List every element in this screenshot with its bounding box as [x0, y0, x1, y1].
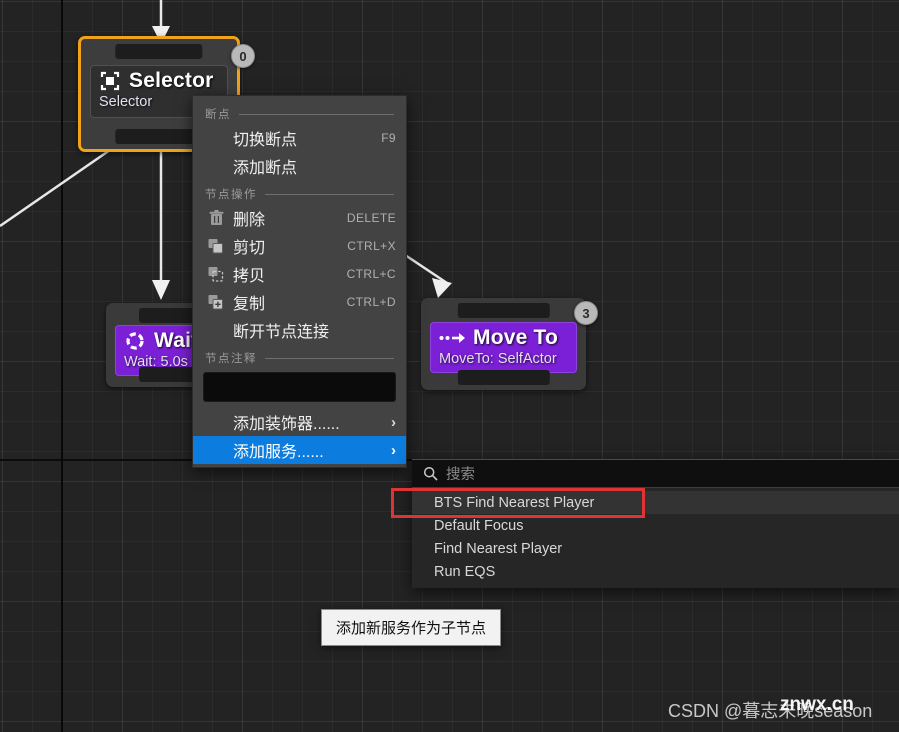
node-context-menu[interactable]: 断点 切换断点 F9 添加断点 节点操作 删除 DELETE 剪切 CTRL+X…	[192, 95, 407, 468]
menu-section-label: 节点注释	[205, 353, 257, 365]
node-output-pin[interactable]	[457, 370, 550, 385]
menu-item-label: 添加服务......	[233, 444, 324, 461]
menu-item-delete[interactable]: 删除 DELETE	[193, 204, 406, 232]
menu-item-cut[interactable]: 剪切 CTRL+X	[193, 232, 406, 260]
trash-icon	[205, 210, 227, 226]
cut-icon	[205, 238, 227, 254]
service-item-find-nearest-player[interactable]: Find Nearest Player	[412, 537, 899, 560]
node-comment-input[interactable]	[203, 372, 396, 402]
menu-section-label: 断点	[205, 109, 231, 121]
menu-item-shortcut: DELETE	[346, 211, 396, 225]
menu-item-add-decorator[interactable]: 添加装饰器...... ›	[193, 408, 406, 436]
wait-icon	[124, 330, 146, 352]
menu-section-rule	[239, 113, 394, 115]
menu-section-rule	[265, 357, 394, 359]
menu-item-label: 断开节点连接	[233, 324, 330, 341]
chevron-right-icon: ›	[391, 413, 396, 431]
menu-item-duplicate[interactable]: 复制 CTRL+D	[193, 288, 406, 316]
service-item-default-focus[interactable]: Default Focus	[412, 514, 899, 537]
service-search-row[interactable]: 搜索	[412, 460, 899, 488]
service-item-bts-find-nearest-player[interactable]: BTS Find Nearest Player	[412, 491, 899, 514]
graph-axis-vertical	[61, 0, 63, 732]
menu-item-label: 删除	[233, 212, 266, 229]
menu-section-label: 节点操作	[205, 189, 257, 201]
menu-item-shortcut: CTRL+C	[346, 267, 396, 281]
chevron-right-icon: ›	[391, 441, 396, 459]
node-body: Move To MoveTo: SelfActor	[430, 322, 577, 373]
menu-section-breakpoints: 断点	[193, 100, 406, 124]
copy-icon	[205, 266, 227, 282]
menu-section-node-operations: 节点操作	[193, 180, 406, 204]
menu-item-shortcut: CTRL+D	[346, 295, 396, 309]
node-input-pin[interactable]	[115, 44, 203, 59]
menu-item-add-breakpoint[interactable]: 添加断点	[193, 152, 406, 180]
menu-item-label: 拷贝	[233, 268, 266, 285]
menu-item-label: 切换断点	[233, 132, 298, 149]
menu-item-shortcut: F9	[381, 131, 396, 145]
search-icon	[420, 466, 440, 481]
service-item-run-eqs[interactable]: Run EQS	[412, 560, 899, 583]
menu-item-label: 添加装饰器......	[233, 416, 340, 433]
menu-item-label: 剪切	[233, 240, 266, 257]
service-search-input[interactable]: 搜索	[446, 463, 475, 484]
menu-section-node-comment: 节点注释	[193, 344, 406, 368]
service-item-label: BTS Find Nearest Player	[434, 494, 595, 511]
duplicate-icon	[205, 294, 227, 310]
behavior-tree-editor-canvas: 0 Selector Selector Wait Wait: 5.0s 3 Mo…	[0, 0, 899, 732]
menu-item-shortcut: CTRL+X	[347, 239, 396, 253]
menu-item-break-node-links[interactable]: 断开节点连接	[193, 316, 406, 344]
node-execution-index: 0	[231, 44, 255, 68]
service-item-label: Run EQS	[434, 563, 496, 580]
menu-item-label: 添加断点	[233, 160, 298, 177]
selector-icon	[99, 70, 121, 92]
node-output-pin[interactable]	[115, 129, 203, 144]
service-list: BTS Find Nearest Player Default Focus Fi…	[412, 488, 899, 588]
service-item-label: Default Focus	[434, 517, 524, 534]
node-input-pin[interactable]	[457, 303, 550, 318]
node-execution-index: 3	[574, 301, 598, 325]
tooltip-text: 添加新服务作为子节点	[336, 620, 487, 637]
menu-section-rule	[265, 193, 394, 195]
menu-item-toggle-breakpoint[interactable]: 切换断点 F9	[193, 124, 406, 152]
menu-item-add-service[interactable]: 添加服务...... ›	[193, 436, 406, 464]
node-subtitle: MoveTo: SelfActor	[439, 351, 557, 367]
add-service-submenu[interactable]: 搜索 BTS Find Nearest Player Default Focus…	[412, 459, 899, 588]
tooltip: 添加新服务作为子节点	[321, 609, 502, 646]
menu-item-copy[interactable]: 拷贝 CTRL+C	[193, 260, 406, 288]
service-item-label: Find Nearest Player	[434, 540, 563, 557]
node-title: Move To	[473, 326, 559, 349]
moveto-icon	[439, 329, 465, 347]
node-title: Selector	[129, 69, 214, 92]
menu-item-label: 复制	[233, 296, 266, 313]
bt-node-move-to[interactable]: 3 Move To MoveTo: SelfActor	[421, 298, 598, 390]
